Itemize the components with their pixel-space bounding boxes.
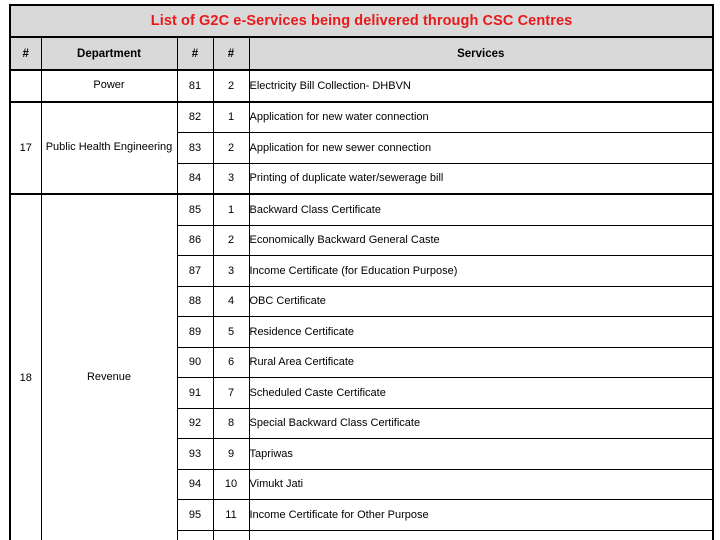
cell-service-subnumber: 1	[212, 100, 250, 133]
cell-service-name: OBC Certificate	[248, 285, 715, 317]
table-row: 18 Revenue 85 1 Backward Class Certificate	[9, 193, 715, 540]
cell-service-subnumber: 11	[212, 499, 250, 531]
cell-service-name: Residence Certificate	[248, 316, 715, 348]
cell-service-name: Economically Backward General Caste	[248, 224, 715, 256]
cell-group-index: 17	[9, 100, 42, 195]
cell-service-number: 87	[176, 255, 214, 287]
cell-service-name: Scheduled Caste Certificate	[248, 377, 715, 409]
cell-service-subnumber: 9	[212, 438, 250, 470]
cell-service-subnumber: 12	[212, 529, 250, 540]
cell-service-name: Printing of duplicate water/sewerage bil…	[248, 162, 715, 195]
cell-service-subnumber: 8	[212, 407, 250, 439]
cell-service-name: Income Certificate (for Education Purpos…	[248, 255, 715, 287]
cell-service-number: 90	[176, 346, 214, 378]
cell-service-subnumber: 10	[212, 468, 250, 500]
cell-service-name: Backward Class Certificate	[248, 193, 715, 226]
cell-service-number: 82	[176, 100, 214, 133]
cell-service-subnumber: 6	[212, 346, 250, 378]
cell-service-number: 83	[176, 132, 214, 164]
column-header-services: Services	[248, 36, 715, 71]
cell-service-subnumber: 4	[212, 285, 250, 317]
cell-service-subnumber: 2	[212, 132, 250, 164]
cell-service-name: Rural Area Certificate	[248, 346, 715, 378]
cell-service-name: Special Backward Class Certificate	[248, 407, 715, 439]
cell-service-number: 81	[176, 69, 214, 102]
column-header-number: #	[176, 36, 214, 71]
cell-service-subnumber: 1	[212, 193, 250, 226]
cell-service-name: Application for new water connection	[248, 100, 715, 133]
cell-service-subnumber: 3	[212, 255, 250, 287]
table-title-row: List of G2C e-Services being delivered t…	[8, 4, 715, 38]
cell-service-number: 94	[176, 468, 214, 500]
cell-group-index	[9, 69, 42, 102]
cell-service-number: 96	[176, 529, 214, 540]
cell-service-number: 86	[176, 224, 214, 256]
column-header-subnumber: #	[212, 36, 250, 71]
cell-service-name: Application for new sewer connection	[248, 132, 715, 164]
table-row: 17 Public Health Engineering 82 1 Applicatio…	[9, 100, 715, 195]
cell-service-number: 93	[176, 438, 214, 470]
cell-service-number: 92	[176, 407, 214, 439]
cell-service-subnumber: 3	[212, 162, 250, 195]
cell-service-name: Tapriwas	[248, 438, 715, 470]
cell-department: Revenue	[40, 193, 178, 540]
cell-department: Power	[40, 69, 178, 102]
cell-service-number: 84	[176, 162, 214, 195]
table-header-row: # Department # # Services	[9, 36, 715, 71]
column-header-department: Department	[40, 36, 178, 71]
cell-service-subnumber: 5	[212, 316, 250, 348]
cell-service-subnumber: 7	[212, 377, 250, 409]
table-title: List of G2C e-Services being delivered t…	[8, 4, 715, 38]
cell-service-number: 88	[176, 285, 214, 317]
cell-service-name: Income Certificate for Other Purpose	[248, 499, 715, 531]
cell-department: Public Health Engineering	[40, 100, 178, 195]
slide-canvas: List of G2C e-Services being delivered t…	[0, 0, 720, 540]
cell-service-number: 91	[176, 377, 214, 409]
cell-service-name: e-Stamping	[248, 529, 715, 540]
cell-service-number: 95	[176, 499, 214, 531]
column-header-index: #	[9, 36, 42, 71]
cell-service-name: Electricity Bill Collection- DHBVN	[248, 69, 715, 102]
cell-group-index: 18	[9, 193, 42, 540]
table-row: Power 81 2 Electricity Bill Collection- DHB…	[9, 69, 715, 102]
cell-service-name: Vimukt Jati	[248, 468, 715, 500]
g2c-services-table: List of G2C e-Services being delivered t…	[8, 4, 715, 540]
cell-service-number: 89	[176, 316, 214, 348]
cell-service-subnumber: 2	[212, 224, 250, 256]
table-body: List of G2C e-Services being delivered t…	[8, 4, 715, 540]
cell-service-number: 85	[176, 193, 214, 226]
cell-service-subnumber: 2	[212, 69, 250, 102]
